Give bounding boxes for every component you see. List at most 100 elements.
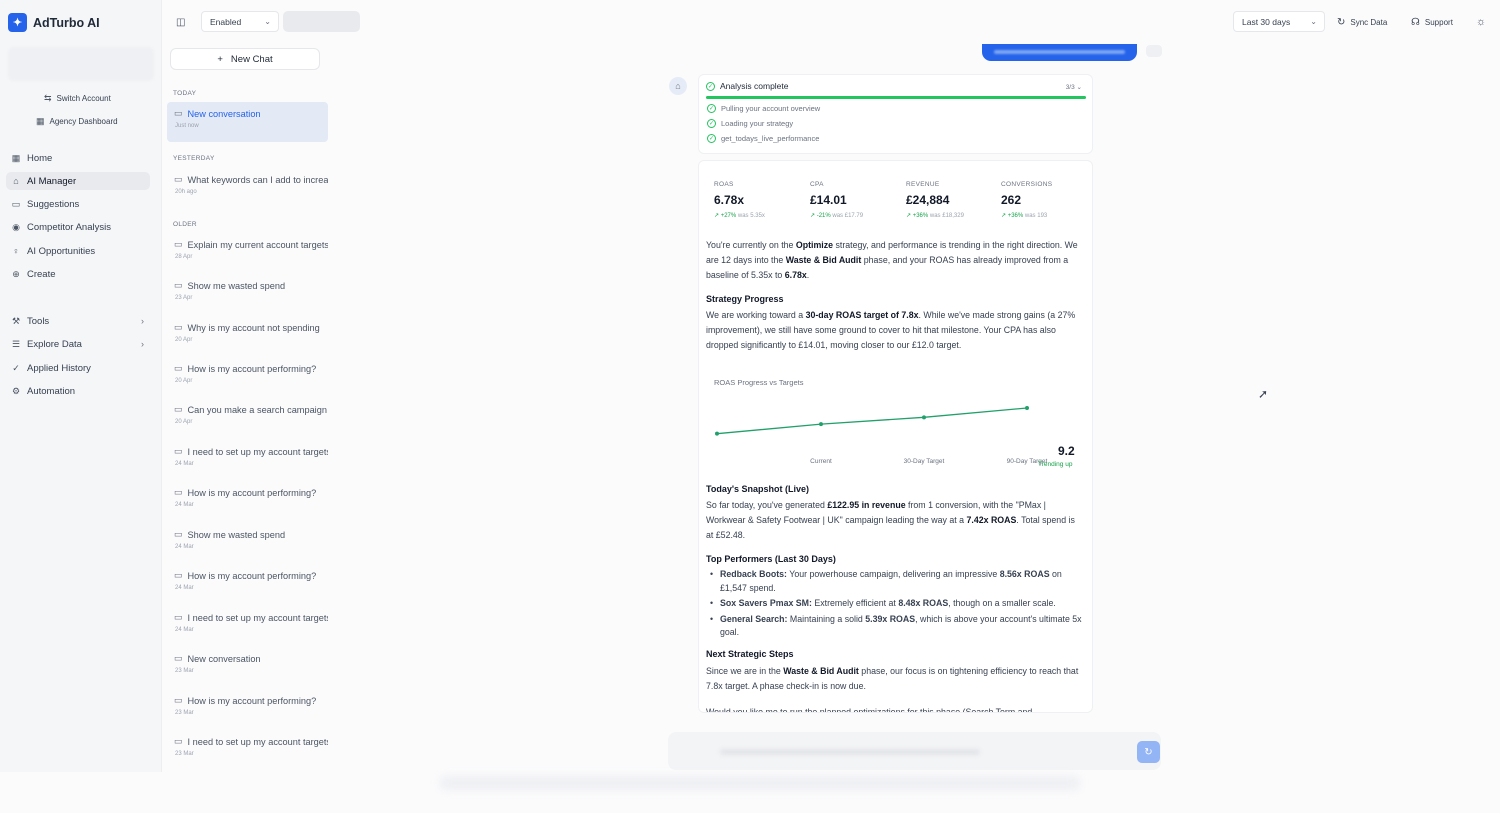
nav-competitor-analysis[interactable]: ◉ Competitor Analysis bbox=[6, 218, 150, 236]
analysis-count[interactable]: 3/3 ⌄ bbox=[1066, 83, 1082, 91]
conversation-list: + New Chat TODAY YESTERDAY OLDER ▭ New co… bbox=[162, 0, 329, 772]
metric-roas: ROAS 6.78x ↗ +27% was 5.35x bbox=[714, 181, 765, 219]
conversation-title: Show me wasted spend bbox=[187, 280, 286, 291]
chevron-down-icon: ⌄ bbox=[1310, 17, 1317, 26]
conversation-title: Can you make a search campaign bbox=[187, 404, 327, 415]
mouse-cursor-icon: ➚ bbox=[1258, 387, 1269, 401]
nav-tools[interactable]: ⚒ Tools › bbox=[6, 312, 150, 330]
conversation-item[interactable]: ▭ Show me wasted spend 23 Apr bbox=[167, 274, 328, 314]
message-intro: You're currently on the Optimize strateg… bbox=[706, 240, 1078, 280]
conversation-date: 23 Mar bbox=[175, 751, 194, 757]
plus-icon: + bbox=[217, 53, 223, 65]
nav-create[interactable]: ⊕ Create bbox=[6, 265, 150, 283]
conversation-item[interactable]: ▭ I need to set up my account targets 23 M… bbox=[167, 730, 328, 770]
top-performers-list: Redback Boots: Your powerhouse campaign,… bbox=[706, 568, 1084, 642]
nav-suggestions[interactable]: ▭ Suggestions bbox=[6, 195, 150, 213]
chat-bubble-icon: ▭ bbox=[174, 529, 183, 539]
top-performers-heading: Top Performers (Last 30 Days) bbox=[706, 554, 836, 564]
wrench-icon: ⚒ bbox=[11, 315, 21, 326]
grid-icon: ▦ bbox=[11, 152, 21, 163]
conversation-item[interactable]: ▭ I need to set up my account targets 24 M… bbox=[167, 440, 328, 480]
send-button[interactable]: ↻ bbox=[1137, 741, 1160, 763]
nav-home[interactable]: ▦ Home bbox=[6, 149, 150, 167]
conversation-title: What keywords can I add to increase bbox=[187, 174, 328, 185]
section-today: TODAY bbox=[173, 90, 197, 97]
metric-cpa: CPA £14.01 ↗ -21% was £17.79 bbox=[810, 181, 864, 219]
conversation-item[interactable]: ▭ How is my account performing? 24 Mar bbox=[167, 564, 328, 604]
conversation-item[interactable]: ▭ I need to set up my account targets 24 M… bbox=[167, 606, 328, 646]
conversation-title: New conversation bbox=[187, 653, 261, 664]
account-selector[interactable] bbox=[8, 47, 154, 81]
conversation-date: 23 Mar bbox=[175, 710, 194, 716]
conversation-date: Just now bbox=[175, 123, 199, 129]
conversation-title: How is my account performing? bbox=[187, 570, 317, 581]
next-steps-heading: Next Strategic Steps bbox=[706, 649, 794, 659]
chat-bubble-icon: ▭ bbox=[174, 239, 183, 249]
conversation-date: 20 Apr bbox=[175, 378, 193, 384]
nav-applied-history[interactable]: ✓ Applied History bbox=[6, 359, 150, 377]
conversation-title: How is my account performing? bbox=[187, 695, 317, 706]
switch-icon: ⇆ bbox=[44, 93, 52, 103]
strategy-heading: Strategy Progress bbox=[706, 294, 784, 304]
support-button[interactable]: ☊ Support bbox=[1411, 12, 1453, 32]
conversation-item[interactable]: ▭ How is my account performing? 24 Mar bbox=[167, 481, 328, 521]
agency-dashboard-link[interactable]: ▦ Agency Dashboard bbox=[36, 116, 118, 127]
chat-bubble-icon: ▭ bbox=[174, 322, 183, 332]
theme-toggle-button[interactable]: ☼ bbox=[1476, 12, 1486, 32]
conversation-item[interactable]: ▭ Why is my account not spending 20 Apr bbox=[167, 316, 328, 356]
nav-automation[interactable]: ⚙ Automation bbox=[6, 382, 150, 400]
robot-icon: ⌂ bbox=[13, 176, 19, 186]
user-message-bubble bbox=[982, 44, 1137, 61]
message-icon: ▭ bbox=[11, 198, 21, 209]
analysis-step: ✓ Loading your strategy bbox=[707, 119, 794, 128]
nav-ai-opportunities[interactable]: ♀ AI Opportunities bbox=[6, 242, 150, 260]
sidebar-toggle-button[interactable]: ◫ bbox=[176, 12, 185, 32]
chat-bubble-icon: ▭ bbox=[174, 280, 183, 290]
conversation-item[interactable]: ▭ New conversation 23 Mar bbox=[167, 647, 328, 687]
conversation-item[interactable]: ▭ New conversation Just now bbox=[167, 102, 328, 142]
data-point bbox=[922, 415, 926, 420]
gear-icon: ⚙ bbox=[11, 385, 21, 396]
brand[interactable]: ✦ AdTurbo AI bbox=[8, 13, 100, 32]
message-actions-button[interactable] bbox=[1146, 45, 1162, 57]
cutoff-text: Would you like me to run the planned opt… bbox=[706, 707, 1033, 713]
conversation-item[interactable]: ▭ Show me wasted spend 24 Mar bbox=[167, 523, 328, 563]
conversation-date: 24 Mar bbox=[175, 585, 194, 591]
nav-explore-data[interactable]: ☰ Explore Data › bbox=[6, 335, 150, 353]
conversation-date: 23 Apr bbox=[175, 295, 193, 301]
switch-account-link[interactable]: ⇆ Switch Account bbox=[44, 93, 111, 104]
chat-bubble-icon: ▭ bbox=[174, 363, 183, 373]
status-select[interactable]: Enabled ⌄ bbox=[201, 11, 279, 32]
data-point bbox=[715, 431, 719, 436]
left-sidebar: ✦ AdTurbo AI ⇆ Switch Account ▦ Agency D… bbox=[0, 0, 162, 772]
conversation-item[interactable]: ▭ How is my account performing? 20 Apr bbox=[167, 357, 328, 397]
conversation-item[interactable]: ▭ How is my account performing? 23 Mar bbox=[167, 689, 328, 729]
metric-conversions: CONVERSIONS 262 ↗ +36% was 193 bbox=[1001, 181, 1053, 219]
chat-bubble-icon: ▭ bbox=[174, 446, 183, 456]
new-chat-button[interactable]: + New Chat bbox=[170, 48, 320, 70]
conversation-item[interactable]: ▭ What keywords can I add to increase 20h … bbox=[167, 168, 328, 208]
grid-icon: ▦ bbox=[36, 116, 45, 126]
roas-chart: Current 30-Day Target 90-Day Target bbox=[715, 406, 1048, 465]
conversation-date: 20 Apr bbox=[175, 337, 193, 343]
footer-suggestions[interactable] bbox=[440, 776, 1080, 790]
analysis-progress-bar bbox=[706, 96, 1086, 99]
conversation-item[interactable]: ▭ Explain my current account targets 28 Ap… bbox=[167, 233, 328, 273]
sync-data-button[interactable]: ↻ Sync Data bbox=[1337, 12, 1387, 32]
chat-bubble-icon: ▭ bbox=[174, 487, 183, 497]
chart-trend-label: Trending up bbox=[1038, 461, 1073, 468]
chart-end-value: 9.2 bbox=[1058, 444, 1075, 458]
check-circle-icon: ✓ bbox=[706, 81, 715, 91]
chat-input[interactable] bbox=[668, 732, 1161, 770]
conversation-date: 24 Mar bbox=[175, 544, 194, 550]
analysis-panel[interactable]: ✓ Analysis complete 3/3 ⌄ ✓ Pulling your… bbox=[698, 74, 1093, 154]
date-range-select[interactable]: Last 30 days ⌄ bbox=[1233, 11, 1325, 32]
nav-ai-manager[interactable]: ⌂ AI Manager bbox=[6, 172, 150, 190]
conversation-item[interactable]: ▭ Can you make a search campaign 20 Apr bbox=[167, 398, 328, 438]
conversation-title: How is my account performing? bbox=[187, 487, 317, 498]
campaign-filter[interactable] bbox=[283, 11, 360, 32]
list-item: Sox Savers Pmax SM: Extremely efficient … bbox=[706, 597, 1084, 611]
data-point bbox=[819, 422, 823, 427]
section-older: OLDER bbox=[173, 221, 197, 228]
conversation-title: New conversation bbox=[187, 108, 261, 119]
